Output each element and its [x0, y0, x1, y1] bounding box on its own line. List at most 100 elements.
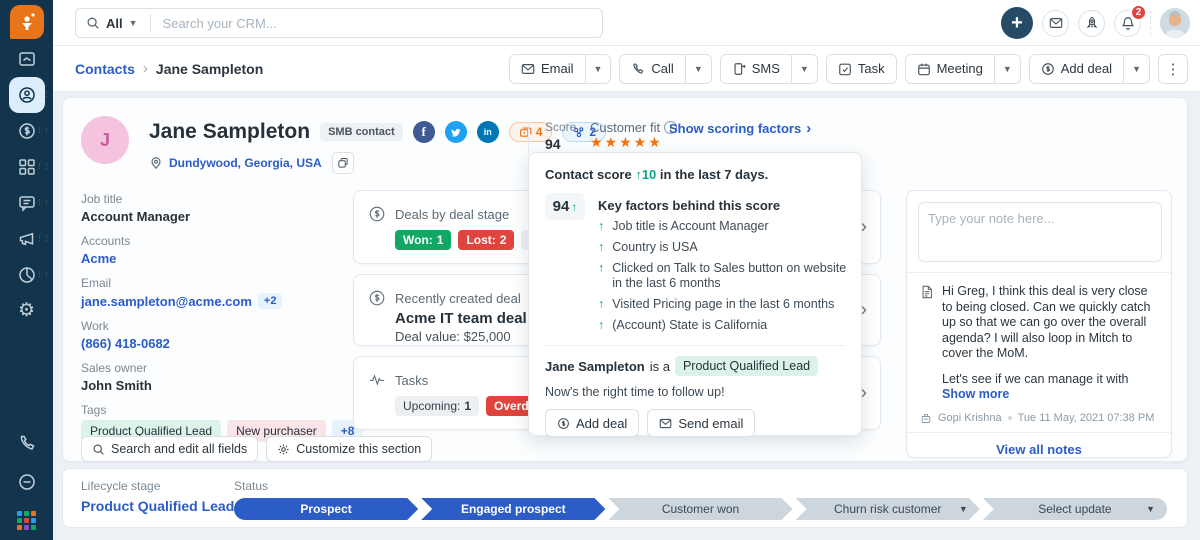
- popover-send-email-button[interactable]: Send email: [647, 409, 755, 437]
- add-deal-dropdown-button[interactable]: ▼: [1124, 54, 1150, 84]
- breadcrumb-contacts-link[interactable]: Contacts: [75, 61, 135, 77]
- breadcrumb-current: Jane Sampleton: [156, 61, 263, 77]
- note-input[interactable]: [918, 202, 1162, 262]
- drag-handle-icon[interactable]: ⋮⋮: [36, 93, 50, 96]
- more-actions-button[interactable]: ⋮: [1158, 54, 1188, 84]
- card-title: Tasks: [395, 373, 428, 388]
- score-box: 94 ↑: [545, 193, 585, 220]
- sidebar-item-phone[interactable]: [17, 433, 37, 458]
- sidebar-item-dashboard[interactable]: [0, 42, 53, 75]
- contact-location-link[interactable]: Dundywood, Georgia, USA: [169, 156, 322, 170]
- sms-button[interactable]: SMS: [720, 54, 792, 84]
- plus-icon: +: [1011, 13, 1023, 33]
- chevron-down-icon: ▼: [1146, 504, 1155, 514]
- more-emails-badge[interactable]: +2: [258, 293, 283, 309]
- chevron-down-icon: ▼: [800, 64, 809, 74]
- sms-dropdown-button[interactable]: ▼: [792, 54, 818, 84]
- drag-handle-icon[interactable]: ⋮⋮: [36, 237, 50, 240]
- facebook-icon[interactable]: f: [413, 121, 435, 143]
- sidebar-item-contacts[interactable]: ⋮⋮: [0, 78, 53, 111]
- field-label: Tags: [81, 403, 381, 417]
- customize-section-button[interactable]: Customize this section: [266, 436, 432, 462]
- location-pin-icon: [149, 156, 163, 170]
- drag-handle-icon[interactable]: ⋮⋮: [36, 201, 50, 204]
- user-avatar[interactable]: [1160, 8, 1190, 38]
- phone-link[interactable]: (866) 418-0682: [81, 336, 170, 351]
- stage-engaged-prospect[interactable]: Engaged prospect: [421, 498, 605, 520]
- contact-fields: Job title Account Manager Accounts Acme …: [81, 192, 381, 452]
- notifications-button[interactable]: 2: [1114, 10, 1141, 37]
- field-work-phone: Work (866) 418-0682: [81, 319, 381, 351]
- popover-headline-suffix: in the last 7 days.: [660, 167, 768, 182]
- task-button[interactable]: Task: [826, 54, 897, 84]
- alerts-count: 4: [536, 125, 543, 139]
- show-more-link[interactable]: Show more: [942, 387, 1009, 401]
- email-button[interactable]: Email: [509, 54, 586, 84]
- lifecycle-stage-select[interactable]: Product Qualified Lead ▼: [81, 498, 249, 514]
- task-icon: [838, 62, 852, 76]
- contact-score-popover: Contact score ↑10 in the last 7 days. 94…: [528, 152, 862, 436]
- sidebar-item-conversations[interactable]: ⋮⋮: [0, 186, 53, 219]
- sidebar-item-analytics[interactable]: ⋮⋮: [0, 258, 53, 291]
- quick-add-button[interactable]: +: [1001, 7, 1033, 39]
- notes-panel: Hi Greg, I think this deal is very close…: [906, 190, 1172, 458]
- popover-send-email-label: Send email: [678, 416, 743, 431]
- stage-prospect[interactable]: Prospect: [234, 498, 418, 520]
- chevron-down-icon: ▼: [1132, 64, 1141, 74]
- chevron-down-icon: ▼: [129, 18, 138, 28]
- global-search[interactable]: All ▼: [75, 8, 603, 38]
- megaphone-icon: [17, 229, 37, 249]
- twitter-icon[interactable]: [445, 121, 467, 143]
- sidebar-item-support[interactable]: [17, 472, 37, 497]
- email-button-label: Email: [541, 61, 574, 76]
- stage-customer-won[interactable]: Customer won: [608, 498, 792, 520]
- search-edit-fields-button[interactable]: Search and edit all fields: [81, 436, 258, 462]
- add-deal-button[interactable]: Add deal: [1029, 54, 1124, 84]
- lifecycle-bar: Lifecycle stage Product Qualified Lead ▼…: [62, 468, 1188, 528]
- card-title: Deals by deal stage: [395, 207, 509, 222]
- popover-add-deal-button[interactable]: Add deal: [545, 409, 639, 437]
- sidebar-item-campaigns[interactable]: ⋮⋮: [0, 222, 53, 255]
- topbar: All ▼ + 2: [53, 0, 1200, 46]
- show-scoring-factors-link[interactable]: Show scoring factors ›: [669, 120, 811, 137]
- app-logo[interactable]: [10, 5, 44, 39]
- author-icon: [920, 412, 932, 424]
- stage-select-update[interactable]: Select update▼: [983, 498, 1167, 520]
- linkedin-icon[interactable]: in: [477, 121, 499, 143]
- drag-handle-icon[interactable]: ⋮⋮: [36, 165, 50, 168]
- view-all-notes-link[interactable]: View all notes: [907, 432, 1171, 459]
- drag-handle-icon[interactable]: ⋮⋮: [36, 129, 50, 132]
- email-inbox-button[interactable]: [1042, 10, 1069, 37]
- up-arrow-icon: ↑: [598, 318, 604, 333]
- up-arrow-icon: ↑: [598, 219, 604, 234]
- email-link[interactable]: jane.sampleton@acme.com: [81, 294, 252, 309]
- dot-separator: [1008, 416, 1012, 420]
- page-header: Contacts › Jane Sampleton Email ▼ Call ▼: [53, 46, 1200, 92]
- rocket-icon: [1085, 16, 1099, 30]
- search-input[interactable]: [163, 16, 592, 31]
- meeting-button[interactable]: Meeting: [905, 54, 995, 84]
- sidebar-item-settings[interactable]: ⚙: [0, 294, 53, 327]
- search-scope[interactable]: All: [106, 16, 123, 31]
- call-button[interactable]: Call: [619, 54, 685, 84]
- sidebar-item-deals[interactable]: ⋮⋮: [0, 114, 53, 147]
- call-dropdown-button[interactable]: ▼: [686, 54, 712, 84]
- note-item[interactable]: Hi Greg, I think this deal is very close…: [907, 273, 1171, 362]
- deals-icon: [17, 121, 37, 141]
- stage-churn-risk[interactable]: Churn risk customer▼: [796, 498, 980, 520]
- follow-up-cta: Now's the right time to follow up!: [545, 385, 845, 399]
- drag-handle-icon[interactable]: ⋮⋮: [36, 273, 50, 276]
- app-switcher-icon[interactable]: [17, 511, 36, 530]
- envelope-icon: [1049, 16, 1063, 30]
- divider: [528, 122, 529, 154]
- copy-button[interactable]: [332, 152, 354, 174]
- email-dropdown-button[interactable]: ▼: [586, 54, 612, 84]
- whats-new-button[interactable]: [1078, 10, 1105, 37]
- contacts-icon: [17, 85, 37, 105]
- call-button-label: Call: [651, 61, 673, 76]
- sidebar-item-products[interactable]: ⋮⋮: [0, 150, 53, 183]
- account-link[interactable]: Acme: [81, 251, 116, 266]
- field-accounts: Accounts Acme: [81, 234, 381, 266]
- dollar-circle-icon: [368, 205, 386, 223]
- meeting-dropdown-button[interactable]: ▼: [995, 54, 1021, 84]
